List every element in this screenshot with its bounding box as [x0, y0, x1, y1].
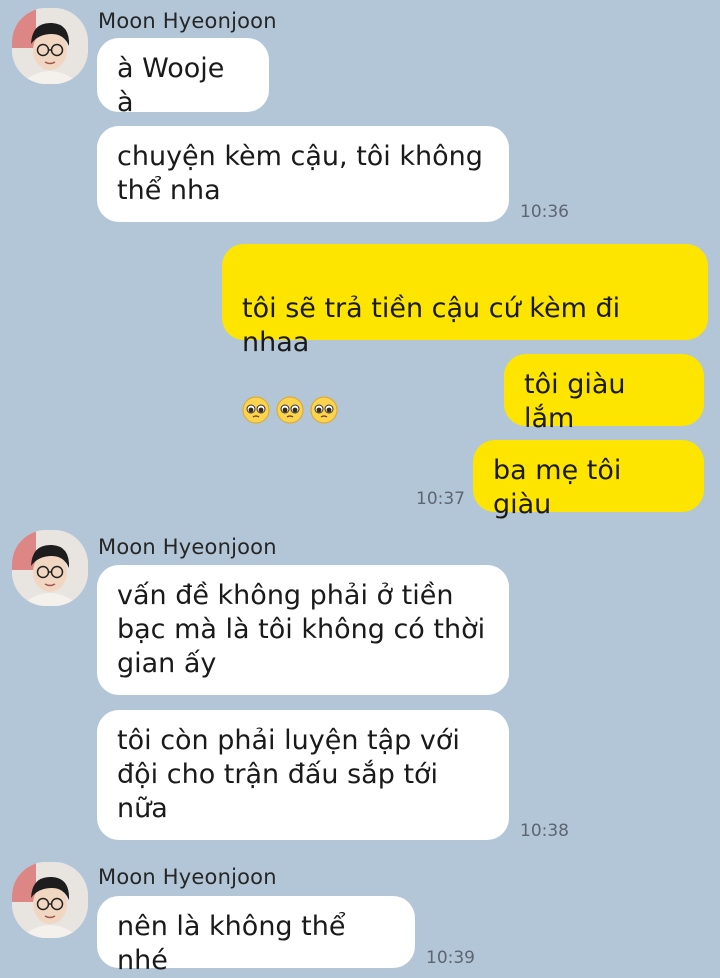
message-bubble[interactable]: à Wooje à — [97, 38, 269, 118]
message-bubble[interactable]: chuyện kèm cậu, tôi không thể nha — [97, 126, 509, 222]
sender-name: Moon Hyeonjoon — [98, 865, 277, 889]
pleading-face-icon — [242, 396, 270, 424]
message-bubble[interactable]: nên là không thể nhé — [97, 896, 415, 976]
pleading-face-icon — [310, 396, 338, 424]
pleading-face-icon — [276, 396, 304, 424]
message-timestamp: 10:38 — [520, 821, 569, 841]
sender-avatar[interactable] — [12, 530, 88, 606]
sender-name: Moon Hyeonjoon — [98, 535, 277, 559]
message-text: tôi sẽ trả tiền cậu cứ kèm đi nhaa — [242, 293, 621, 358]
message-bubble[interactable]: tôi còn phải luyện tập với đội cho trận … — [97, 710, 509, 840]
message-bubble-outgoing[interactable]: tôi giàu lắm — [504, 354, 704, 434]
message-bubble[interactable]: vấn đề không phải ở tiền bạc mà là tôi k… — [97, 565, 509, 695]
message-timestamp: 10:36 — [520, 202, 569, 222]
message-bubble-outgoing[interactable]: tôi sẽ trả tiền cậu cứ kèm đi nhaa — [222, 244, 708, 424]
message-bubble-outgoing[interactable]: ba mẹ tôi giàu — [473, 440, 704, 520]
message-timestamp: 10:39 — [426, 948, 475, 968]
message-timestamp: 10:37 — [416, 489, 465, 509]
sender-name: Moon Hyeonjoon — [98, 9, 277, 33]
sender-avatar[interactable] — [12, 8, 88, 84]
sender-avatar[interactable] — [12, 862, 88, 938]
